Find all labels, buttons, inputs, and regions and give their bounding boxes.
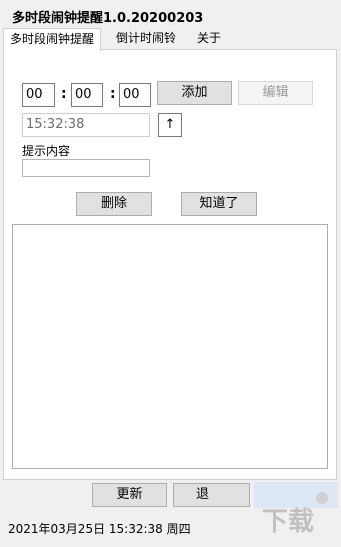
- tab-bar: 多时段闹钟提醒 倒计时闹铃 关于: [3, 28, 338, 51]
- time-colon: :: [110, 86, 116, 102]
- reminder-label: 提示内容: [22, 144, 71, 158]
- window-title: 多时段闹钟提醒1.0.20200203: [12, 11, 204, 26]
- acknowledge-button[interactable]: 知道了: [181, 192, 257, 216]
- svg-text:下载: 下载: [262, 507, 314, 537]
- delete-button[interactable]: 删除: [76, 192, 152, 216]
- watermark-logo: 下载: [250, 482, 341, 544]
- status-bar-datetime: 2021年03月25日 15:32:38 周四: [8, 522, 191, 536]
- minute-input[interactable]: 00: [71, 83, 103, 107]
- arrow-up-icon: ↑: [164, 117, 176, 132]
- reminder-input[interactable]: [22, 159, 150, 177]
- up-arrow-button[interactable]: ↑: [158, 113, 182, 137]
- alarm-list[interactable]: [12, 224, 328, 469]
- second-input[interactable]: 00: [119, 83, 151, 107]
- exit-button[interactable]: 退: [173, 483, 250, 507]
- add-button[interactable]: 添加: [157, 81, 232, 105]
- tab-multi-period-alarm[interactable]: 多时段闹钟提醒: [3, 28, 102, 51]
- current-time-field[interactable]: 15:32:38: [22, 113, 150, 137]
- hour-input[interactable]: 00: [22, 83, 55, 107]
- tab-countdown-alarm[interactable]: 倒计时闹铃: [110, 28, 182, 50]
- download-site-logo-icon: 下载: [254, 482, 338, 537]
- edit-button[interactable]: 编辑: [238, 81, 313, 105]
- update-button[interactable]: 更新: [92, 483, 167, 507]
- time-colon: :: [61, 86, 67, 102]
- tab-about[interactable]: 关于: [191, 28, 227, 50]
